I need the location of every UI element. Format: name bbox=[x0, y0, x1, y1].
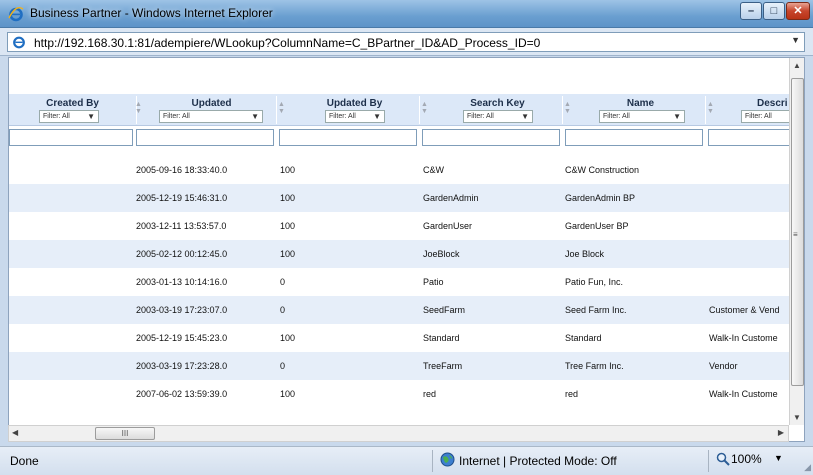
filter-dropdown[interactable]: Filter: All▼ bbox=[39, 110, 99, 123]
sort-icon[interactable]: ▲ ▼ bbox=[707, 101, 717, 117]
address-field[interactable]: http://192.168.30.1:81/adempiere/WLookup… bbox=[7, 32, 805, 52]
table-row[interactable]: 2003-03-19 17:23:07.0 0 SeedFarm Seed Fa… bbox=[9, 296, 789, 324]
resize-grip-icon[interactable]: ◢ bbox=[804, 462, 811, 473]
search-row bbox=[9, 126, 789, 150]
ie-logo-icon bbox=[8, 6, 24, 22]
chevron-down-icon: ▼ bbox=[251, 112, 259, 121]
sort-icon[interactable]: ▲ ▼ bbox=[421, 101, 431, 117]
sort-icon[interactable]: ▲ ▼ bbox=[278, 101, 288, 117]
security-zone[interactable]: Internet | Protected Mode: Off bbox=[459, 454, 617, 468]
column-header-created-by[interactable]: Created By Filter: All ▼ bbox=[9, 96, 137, 124]
table-row[interactable]: 2007-06-02 13:59:39.0 100 red red Walk-I… bbox=[9, 380, 789, 408]
table-row[interactable]: 2003-01-13 10:14:16.0 0 Patio Patio Fun,… bbox=[9, 268, 789, 296]
minimize-icon: – bbox=[747, 5, 755, 17]
column-header-search-key[interactable]: Search Key Filter: All ▼ bbox=[433, 96, 563, 124]
scroll-left-icon[interactable]: ◀ bbox=[12, 428, 18, 437]
table-row[interactable]: 2003-12-11 13:53:57.0 100 GardenUser Gar… bbox=[9, 212, 789, 240]
horizontal-scrollbar[interactable]: ◀ III ▶ bbox=[8, 425, 789, 442]
search-input-created-by[interactable] bbox=[9, 129, 133, 146]
maximize-icon: □ bbox=[770, 5, 778, 17]
search-input-description[interactable] bbox=[708, 129, 789, 146]
sort-icon[interactable]: ▲ ▼ bbox=[135, 101, 145, 117]
lookup-grid: Created By Filter: All ▼ ▲ ▼ Updated Filte… bbox=[9, 94, 789, 441]
filter-dropdown[interactable]: Filter: All▼ bbox=[463, 110, 533, 123]
search-input-updated-by[interactable] bbox=[279, 129, 417, 146]
close-button[interactable]: ✕ bbox=[786, 2, 810, 20]
status-bar: Done Internet | Protected Mode: Off 100%… bbox=[0, 446, 813, 475]
status-divider bbox=[432, 450, 433, 472]
filter-dropdown[interactable]: Filter: All▼ bbox=[741, 110, 789, 123]
column-header-updated-by[interactable]: Updated By Filter: All ▼ bbox=[290, 96, 420, 124]
scroll-down-icon[interactable]: ▼ bbox=[793, 413, 801, 422]
address-bar: http://192.168.30.1:81/adempiere/WLookup… bbox=[0, 28, 813, 56]
chevron-down-icon: ▼ bbox=[521, 112, 529, 121]
chevron-down-icon: ▼ bbox=[673, 112, 681, 121]
column-header-updated[interactable]: Updated Filter: All ▼ bbox=[147, 96, 277, 124]
scroll-right-icon[interactable]: ▶ bbox=[778, 428, 784, 437]
page-ie-icon bbox=[13, 36, 25, 49]
scroll-up-icon[interactable]: ▲ bbox=[793, 61, 801, 70]
search-input-name[interactable] bbox=[565, 129, 703, 146]
table-row[interactable]: 2003-03-19 17:23:28.0 0 TreeFarm Tree Fa… bbox=[9, 352, 789, 380]
sort-icon[interactable]: ▲ ▼ bbox=[564, 101, 574, 117]
status-divider bbox=[708, 450, 709, 472]
close-icon: ✕ bbox=[793, 5, 803, 17]
address-url: http://192.168.30.1:81/adempiere/WLookup… bbox=[34, 36, 541, 50]
window-title-bar[interactable]: Business Partner - Windows Internet Expl… bbox=[0, 0, 813, 28]
filter-dropdown[interactable]: Filter: All▼ bbox=[159, 110, 263, 123]
table-row[interactable]: 2005-12-19 15:46:31.0 100 GardenAdmin Ga… bbox=[9, 184, 789, 212]
table-row[interactable]: 2005-02-12 00:12:45.0 100 JoeBlock Joe B… bbox=[9, 240, 789, 268]
status-text: Done bbox=[10, 454, 39, 468]
minimize-button[interactable]: – bbox=[740, 2, 762, 20]
chevron-down-icon[interactable]: ▼ bbox=[791, 35, 800, 45]
filter-dropdown[interactable]: Filter: All▼ bbox=[325, 110, 385, 123]
chevron-down-icon[interactable]: ▼ bbox=[774, 453, 783, 463]
column-header-name[interactable]: Name Filter: All ▼ bbox=[576, 96, 706, 124]
vertical-scrollbar[interactable]: ▲ ≡ ▼ bbox=[789, 58, 804, 425]
chevron-down-icon: ▼ bbox=[373, 112, 381, 121]
globe-icon bbox=[440, 452, 455, 467]
filter-dropdown[interactable]: Filter: All▼ bbox=[599, 110, 685, 123]
search-input-updated[interactable] bbox=[136, 129, 274, 146]
grid-header: Created By Filter: All ▼ ▲ ▼ Updated Filte… bbox=[9, 94, 789, 126]
maximize-button[interactable]: □ bbox=[763, 2, 785, 20]
column-header-description[interactable]: Descri Filter: All▼ bbox=[719, 96, 789, 124]
search-input-search-key[interactable] bbox=[422, 129, 560, 146]
zoom-level[interactable]: 100% bbox=[731, 452, 762, 466]
table-row[interactable]: 2005-12-19 15:45:23.0 100 Standard Stand… bbox=[9, 324, 789, 352]
window-title: Business Partner - Windows Internet Expl… bbox=[30, 6, 273, 20]
table-row[interactable]: 2005-09-16 18:33:40.0 100 C&W C&W Constr… bbox=[9, 156, 789, 184]
horizontal-scroll-thumb[interactable]: III bbox=[95, 427, 155, 440]
grip-icon: ≡ bbox=[793, 230, 798, 239]
zoom-icon bbox=[716, 452, 730, 466]
chevron-down-icon: ▼ bbox=[87, 112, 95, 121]
page-content: Created By Filter: All ▼ ▲ ▼ Updated Filte… bbox=[8, 57, 805, 442]
